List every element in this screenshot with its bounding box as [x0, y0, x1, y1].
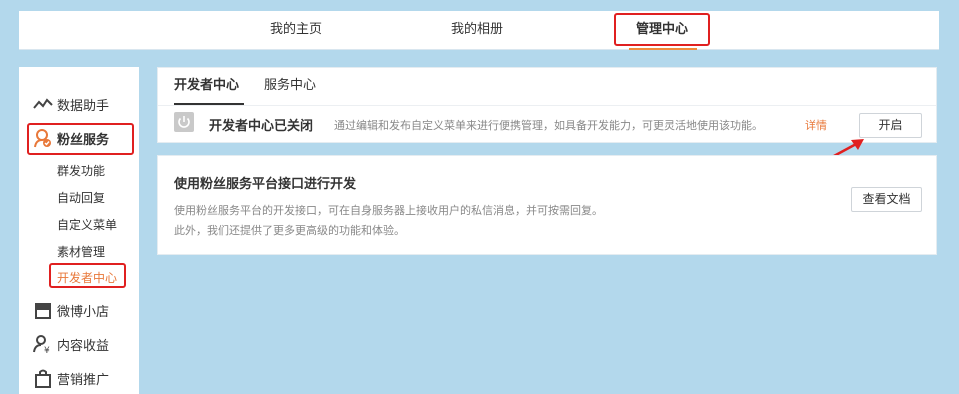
tab-developer-center[interactable]: 开发者中心	[174, 68, 239, 106]
developer-status-title: 开发者中心已关闭	[209, 119, 314, 134]
tab-service-center[interactable]: 服务中心	[264, 68, 316, 106]
sidebar-item-label: 数据助手	[57, 98, 110, 114]
sub-tabs: 开发者中心 服务中心	[158, 68, 936, 106]
chart-line-icon	[33, 94, 53, 114]
sidebar-sub-material[interactable]: 素材管理	[57, 243, 105, 260]
sidebar-item-data-assistant[interactable]: 数据助手	[19, 94, 139, 114]
nav-my-album[interactable]: 我的相册	[432, 11, 522, 50]
power-icon	[174, 112, 194, 132]
sidebar-item-weibo-shop[interactable]: 微博小店	[19, 300, 139, 320]
sidebar-item-label: 内容收益	[57, 338, 110, 354]
nav-my-home[interactable]: 我的主页	[251, 11, 341, 50]
bag-icon	[33, 368, 53, 388]
active-tab-underline	[629, 48, 697, 50]
svg-text:¥: ¥	[44, 346, 50, 354]
sidebar-item-label: 粉丝服务	[57, 132, 110, 148]
view-docs-button[interactable]: 查看文档	[851, 187, 922, 212]
sidebar-sub-custom-menu[interactable]: 自定义菜单	[57, 216, 117, 233]
active-subtab-underline	[174, 103, 244, 105]
fans-service-icon	[33, 128, 53, 148]
developer-status-desc: 通过编辑和发布自定义菜单来进行便携管理，如具备开发能力，可更灵活地使用该功能。	[334, 119, 763, 132]
details-link[interactable]: 详情	[805, 117, 827, 133]
api-panel-desc: 使用粉丝服务平台的开发接口，可在自身服务器上接收用户的私信消息，并可按需回复。此…	[174, 204, 603, 237]
api-panel: 使用粉丝服务平台接口进行开发 使用粉丝服务平台的开发接口，可在自身服务器上接收用…	[157, 155, 937, 255]
sidebar-sub-developer-center[interactable]: 开发者中心	[57, 269, 117, 286]
sidebar-sub-auto-reply[interactable]: 自动回复	[57, 189, 105, 206]
sidebar-item-content-income[interactable]: ¥ 内容收益	[19, 334, 139, 356]
sidebar-item-marketing[interactable]: 营销推广	[19, 368, 139, 388]
sidebar-item-label: 营销推广	[57, 372, 110, 388]
enable-button[interactable]: 开启	[859, 113, 922, 138]
person-yen-icon: ¥	[33, 334, 53, 356]
developer-panel: 开发者中心 服务中心 开发者中心已关闭 通过编辑和发布自定义菜单来进行便携管理，…	[157, 67, 937, 143]
top-navigation: 我的主页 我的相册 管理中心	[19, 11, 939, 50]
sidebar-sub-mass-send[interactable]: 群发功能	[57, 162, 105, 179]
shop-icon	[33, 300, 53, 320]
sidebar-item-label: 微博小店	[57, 304, 110, 320]
nav-admin-center[interactable]: 管理中心	[614, 13, 710, 46]
sidebar: 数据助手 粉丝服务 群发功能 自动回复 自定义菜单 素材管理 开发者中心 微博小…	[19, 67, 139, 394]
api-panel-title: 使用粉丝服务平台接口进行开发	[174, 177, 357, 192]
sidebar-item-fans-service[interactable]: 粉丝服务	[19, 128, 139, 148]
